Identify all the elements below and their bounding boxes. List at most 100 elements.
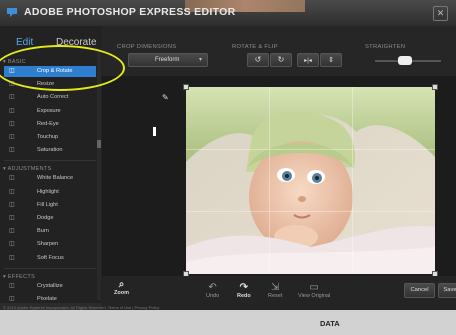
wand-icon: ◫: [9, 94, 15, 101]
sidebar-item-label: Touchup: [37, 134, 59, 140]
flip-horizontal-icon: ▸|◂: [304, 58, 312, 64]
sidebar-item-highlight[interactable]: ◫ Highlight: [4, 187, 96, 198]
sidebar-item-label: Exposure: [37, 107, 61, 114]
sidebar-divider: [4, 160, 96, 162]
sidebar-item-label: Auto Correct: [37, 94, 69, 101]
rotate-left-icon: ↺: [254, 55, 262, 64]
app-title: ADOBE PHOTOSHOP EXPRESS EDITOR: [24, 6, 236, 18]
rotate-flip-label: ROTATE & FLIP: [232, 44, 278, 50]
view-original-label: View Original: [298, 293, 331, 299]
white-balance-icon: ◫: [9, 175, 15, 182]
crop-dimensions-select[interactable]: Freeform ▾: [128, 53, 208, 67]
crop-grid-line: [269, 87, 270, 274]
exposure-icon: ◫: [9, 107, 15, 114]
undo-button[interactable]: ↶ Undo: [206, 282, 219, 299]
burn-icon: ◫: [9, 228, 15, 235]
cancel-button[interactable]: Cancel: [404, 283, 435, 298]
sidebar-item-fill-light[interactable]: ◫ Fill Light: [4, 200, 96, 211]
touchup-icon: ◫: [9, 134, 15, 140]
sidebar-item-label: Dodge: [37, 215, 54, 221]
sharpen-icon: ◫: [9, 241, 15, 248]
redo-icon: ↷: [239, 282, 249, 293]
zoom-button[interactable]: ⌕ Zoom: [114, 279, 129, 296]
sidebar-item-label: Fill Light: [37, 201, 58, 208]
sidebar-item-soft-focus[interactable]: ◫ Soft Focus: [4, 253, 96, 264]
highlight-icon: ◫: [9, 188, 15, 195]
undo-icon: ↶: [208, 282, 217, 293]
adobe-logo-icon: [7, 8, 17, 17]
flip-horizontal-button[interactable]: ▸|◂: [297, 53, 319, 67]
crystallize-icon: ◫: [9, 282, 15, 289]
sidebar-item-red-eye[interactable]: ◫ Red-Eye: [4, 119, 96, 130]
photo-canvas[interactable]: [186, 87, 435, 274]
zoom-label: Zoom: [114, 290, 129, 296]
sidebar-scrollbar[interactable]: [97, 50, 101, 300]
redo-button[interactable]: ↷ Redo: [237, 282, 251, 299]
sidebar-item-touchup[interactable]: ◫ Touchup: [4, 132, 96, 143]
canvas-marker: [153, 127, 156, 136]
sidebar-item-label: Pixelate: [37, 296, 57, 302]
save-button[interactable]: Save: [438, 283, 456, 298]
soft-focus-icon: ◫: [9, 254, 15, 261]
view-original-icon: ▭: [309, 282, 319, 293]
title-bar: ADOBE PHOTOSHOP EXPRESS EDITOR ✕: [0, 0, 456, 26]
undo-label: Undo: [206, 293, 220, 299]
zoom-icon: ⌕: [118, 279, 125, 290]
pixelate-icon: ◫: [9, 296, 15, 302]
sidebar-item-sharpen[interactable]: ◫ Sharpen: [4, 239, 96, 250]
sidebar-item-dodge[interactable]: ◫ Dodge: [4, 213, 96, 224]
below-page-text: DATA: [320, 319, 340, 328]
close-button[interactable]: ✕: [433, 6, 448, 21]
sidebar-item-label: Saturation: [37, 147, 63, 154]
highlight-annotation: [0, 45, 125, 91]
rotate-left-button[interactable]: ↺: [247, 53, 269, 67]
straighten-label: STRAIGHTEN: [365, 44, 406, 50]
reset-label: Reset: [268, 293, 283, 299]
eye-icon: ◫: [9, 120, 15, 127]
sidebar-scroll-thumb[interactable]: [97, 140, 101, 148]
crop-grid-line: [186, 149, 435, 150]
sidebar-item-pixelate[interactable]: ◫ Pixelate: [4, 294, 96, 305]
crop-dimensions-value: Freeform: [155, 57, 180, 63]
sidebar-section-header[interactable]: ▾ ADJUSTMENTS: [3, 166, 52, 172]
dodge-icon: ◫: [9, 215, 15, 221]
rotate-right-button[interactable]: ↻: [270, 53, 292, 67]
reset-icon: ⇲: [270, 282, 280, 293]
fill-light-icon: ◫: [9, 201, 15, 208]
tool-options-bar: [102, 26, 456, 76]
page-background: [0, 310, 456, 335]
crop-grid-line: [352, 87, 353, 274]
saturation-icon: ◫: [9, 147, 15, 154]
straighten-slider-thumb[interactable]: [397, 56, 412, 65]
sidebar-section-title: ADJUSTMENTS: [7, 166, 52, 173]
sidebar-item-label: Soft Focus: [37, 254, 64, 261]
sidebar-item-label: Red-Eye: [37, 120, 59, 127]
crop-handle-top-right[interactable]: [432, 84, 438, 90]
baby-photo-image: [186, 87, 435, 274]
view-original-button[interactable]: ▭ View Original: [298, 282, 330, 299]
crop-dimensions-label: CROP DIMENSIONS: [117, 44, 177, 50]
straighten-cursor-icon: ✎: [162, 93, 169, 102]
sidebar-item-white-balance[interactable]: ◫ White Balance: [4, 173, 96, 184]
sidebar-item-label: Highlight: [37, 188, 59, 195]
reset-button[interactable]: ⇲ Reset: [268, 282, 282, 299]
sidebar-section-title: EFFECTS: [7, 273, 36, 280]
redo-label: Redo: [237, 293, 251, 299]
sidebar-item-label: Sharpen: [37, 241, 59, 248]
sidebar-divider: [4, 267, 96, 269]
sidebar-item-crystallize[interactable]: ◫ Crystallize: [4, 281, 96, 292]
sidebar-item-label: Crystallize: [37, 282, 63, 289]
sidebar-item-label: Burn: [37, 228, 49, 235]
flip-vertical-button[interactable]: ⇕: [320, 53, 342, 67]
sidebar-item-burn[interactable]: ◫ Burn: [4, 226, 96, 237]
sidebar-item-exposure[interactable]: ◫ Exposure: [4, 106, 96, 117]
sidebar-item-saturation[interactable]: ◫ Saturation: [4, 145, 96, 156]
chevron-down-icon: ▾: [198, 57, 202, 63]
sidebar-section-header[interactable]: ▾ EFFECTS: [3, 274, 35, 280]
sidebar-item-auto-correct[interactable]: ◫ Auto Correct: [4, 92, 96, 103]
crop-handle-top-left[interactable]: [183, 84, 189, 90]
rotate-right-icon: ↻: [277, 55, 285, 64]
flip-vertical-icon: ⇕: [328, 57, 334, 64]
crop-grid-line: [186, 211, 435, 212]
sidebar-item-label: White Balance: [37, 175, 74, 182]
